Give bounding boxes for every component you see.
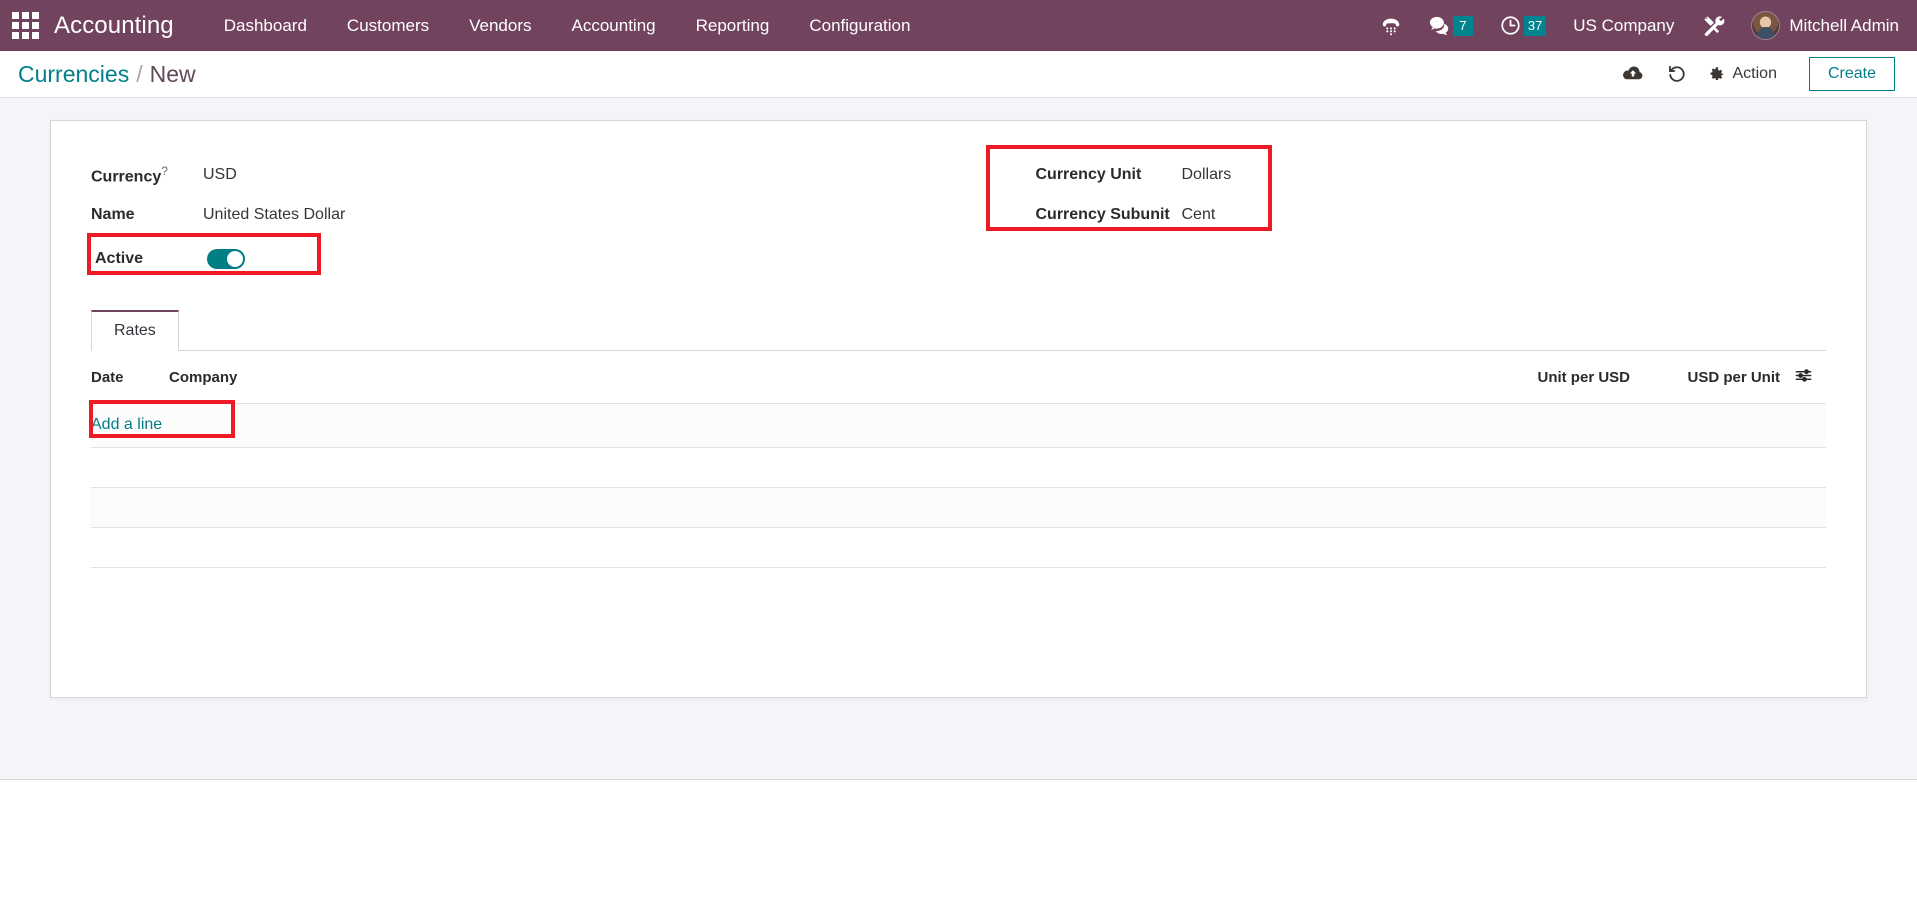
app-brand-accounting[interactable]: Accounting bbox=[54, 12, 174, 40]
app-body: Currency? USD Name United States Dollar … bbox=[0, 98, 1917, 780]
field-value-currency-unit[interactable]: Dollars bbox=[1182, 166, 1232, 184]
menu-item-reporting[interactable]: Reporting bbox=[676, 0, 790, 51]
empty-cell bbox=[91, 527, 1826, 568]
field-label-currency-unit: Currency Unit bbox=[1035, 166, 1142, 183]
menu-item-configuration[interactable]: Configuration bbox=[789, 0, 930, 51]
menu-item-dashboard[interactable]: Dashboard bbox=[204, 0, 327, 51]
menu-item-customers[interactable]: Customers bbox=[327, 0, 449, 51]
table-row bbox=[91, 447, 1826, 488]
field-value-name[interactable]: United States Dollar bbox=[203, 206, 345, 224]
table-row bbox=[91, 487, 1826, 528]
field-name: Name United States Dollar bbox=[91, 195, 959, 235]
empty-cell bbox=[91, 487, 1826, 528]
add-a-line-row: Add a line bbox=[89, 400, 1826, 448]
cloud-upload-icon[interactable] bbox=[1611, 55, 1655, 93]
column-header-unit-per-usd[interactable]: Unit per USD bbox=[1480, 351, 1630, 404]
toggle-knob bbox=[227, 251, 243, 267]
form-fields: Currency? USD Name United States Dollar … bbox=[51, 143, 1866, 279]
rates-table-header-row: Date Company Unit per USD USD per Unit bbox=[91, 351, 1826, 404]
tooltip-icon[interactable]: ? bbox=[161, 164, 168, 178]
field-label-name: Name bbox=[91, 206, 135, 223]
add-a-line-link[interactable]: Add a line bbox=[91, 416, 162, 434]
field-label-active: Active bbox=[95, 250, 144, 267]
column-header-date[interactable]: Date bbox=[91, 351, 169, 404]
activities-counter[interactable]: 37 bbox=[1486, 0, 1559, 51]
undo-icon[interactable] bbox=[1655, 55, 1699, 93]
column-options-icon[interactable] bbox=[1780, 351, 1826, 404]
create-button[interactable]: Create bbox=[1808, 57, 1895, 91]
form-column-left: Currency? USD Name United States Dollar … bbox=[87, 155, 959, 279]
top-navbar: Accounting Dashboard Customers Vendors A… bbox=[0, 0, 1917, 51]
messages-badge: 7 bbox=[1452, 15, 1473, 36]
messages-counter[interactable]: 7 bbox=[1415, 0, 1486, 51]
breadcrumb-current-new: New bbox=[149, 60, 196, 87]
notebook-tabs: Rates bbox=[91, 309, 1826, 351]
field-value-currency[interactable]: USD bbox=[203, 166, 237, 184]
field-value-currency-subunit[interactable]: Cent bbox=[1182, 206, 1216, 224]
user-name: Mitchell Admin bbox=[1789, 15, 1899, 35]
field-currency-unit: Currency Unit Dollars bbox=[995, 155, 1827, 195]
apps-grid-icon[interactable] bbox=[8, 9, 42, 43]
gear-icon bbox=[1710, 66, 1723, 80]
user-menu[interactable]: Mitchell Admin bbox=[1739, 11, 1903, 40]
tools-icon[interactable] bbox=[1688, 0, 1739, 51]
sheet-wrapper: Currency? USD Name United States Dollar … bbox=[0, 120, 1917, 698]
currency-form-sheet: Currency? USD Name United States Dollar … bbox=[50, 120, 1867, 698]
action-menu[interactable]: Action bbox=[1699, 65, 1793, 83]
rates-table-body: Add a line bbox=[89, 400, 1826, 626]
table-row bbox=[91, 567, 1826, 626]
rates-table: Date Company Unit per USD USD per Unit A… bbox=[89, 351, 1826, 626]
tab-rates[interactable]: Rates bbox=[91, 310, 179, 351]
breadcrumb-separator: / bbox=[136, 60, 143, 87]
control-panel-actions: Action Create bbox=[1611, 55, 1895, 93]
column-header-usd-per-unit[interactable]: USD per Unit bbox=[1630, 351, 1780, 404]
active-toggle[interactable] bbox=[207, 249, 245, 269]
column-header-company[interactable]: Company bbox=[169, 351, 1480, 404]
menu-item-vendors[interactable]: Vendors bbox=[449, 0, 551, 51]
company-switcher[interactable]: US Company bbox=[1559, 16, 1688, 36]
main-menu: Dashboard Customers Vendors Accounting R… bbox=[204, 0, 931, 51]
activities-badge: 37 bbox=[1523, 15, 1547, 36]
avatar bbox=[1751, 11, 1781, 40]
field-label-currency-subunit: Currency Subunit bbox=[1035, 206, 1170, 223]
form-column-right: Currency Unit Dollars Currency Subunit C… bbox=[959, 145, 1827, 279]
menu-item-accounting[interactable]: Accounting bbox=[552, 0, 676, 51]
notebook: Rates Date Company Unit per USD USD per … bbox=[51, 309, 1866, 626]
add-a-line-cell: Add a line bbox=[89, 400, 1826, 448]
action-label: Action bbox=[1732, 65, 1777, 82]
chat-bubble-icon bbox=[1429, 16, 1449, 36]
navbar-systray: 7 37 US Company Mitchell Admin bbox=[1367, 0, 1903, 51]
breadcrumb-currencies[interactable]: Currencies bbox=[18, 61, 129, 88]
control-panel: Currencies / New Action Create bbox=[0, 51, 1917, 98]
breadcrumb: Currencies / New bbox=[18, 61, 196, 88]
phone-dialpad-icon[interactable] bbox=[1367, 0, 1415, 51]
field-active: Active bbox=[87, 233, 959, 279]
field-currency-subunit: Currency Subunit Cent bbox=[995, 195, 1827, 235]
empty-cell bbox=[91, 447, 1826, 488]
field-currency: Currency? USD bbox=[91, 155, 959, 195]
clock-icon bbox=[1501, 16, 1520, 35]
empty-cell bbox=[91, 567, 1826, 626]
field-label-currency: Currency? bbox=[91, 163, 168, 186]
table-row bbox=[91, 527, 1826, 568]
